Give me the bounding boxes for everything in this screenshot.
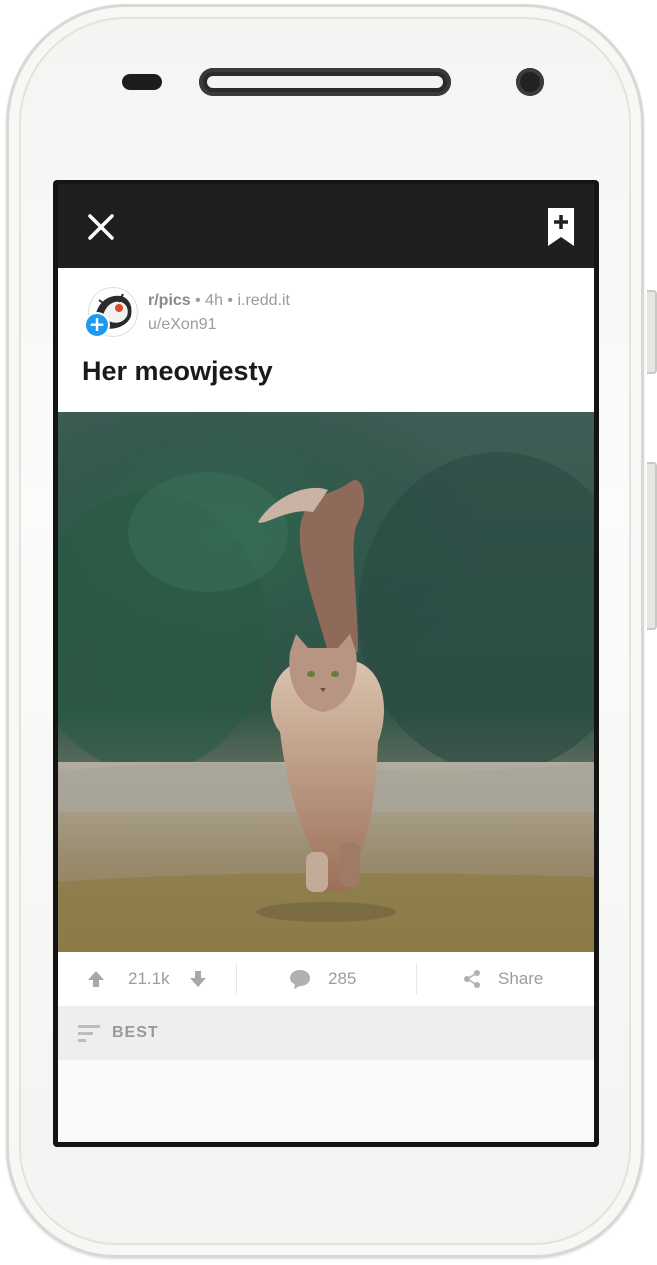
divider (416, 964, 417, 994)
author-link[interactable]: u/eXon91 (148, 316, 217, 334)
share-icon (464, 970, 480, 988)
share-label: Share (498, 969, 544, 988)
join-subreddit-button[interactable]: + (84, 312, 110, 338)
volume-button (647, 462, 657, 630)
post-image[interactable] (58, 412, 594, 952)
post-meta: r/pics • 4h • i.redd.it (148, 292, 290, 310)
downvote-icon[interactable] (188, 969, 208, 989)
phone-screen: + r/pics • 4h • i.redd.it u/eXon91 Her m… (53, 180, 599, 1147)
cat-photo (58, 412, 594, 952)
earpiece-speaker (199, 68, 451, 96)
upvote-icon[interactable] (86, 969, 106, 989)
close-icon[interactable] (86, 212, 116, 242)
bookmark-plus-icon[interactable] (548, 208, 574, 246)
proximity-sensor (122, 74, 162, 90)
comment-count: 285 (328, 969, 357, 988)
post-title: Her meowjesty (82, 356, 273, 386)
front-camera (516, 68, 544, 96)
comments-button[interactable]: 285 (288, 952, 356, 1006)
upvote-count: 21.1k (128, 969, 170, 988)
vote-group: 21.1k (86, 952, 208, 1006)
post-header: + r/pics • 4h • i.redd.it u/eXon91 Her m… (58, 268, 594, 412)
comment-bubble-icon (290, 970, 310, 989)
power-button (647, 290, 657, 374)
sort-label: BEST (112, 1024, 159, 1041)
app-view: + r/pics • 4h • i.redd.it u/eXon91 Her m… (58, 184, 594, 1142)
share-button[interactable]: Share (462, 952, 543, 1006)
post-meta-details: • 4h • i.redd.it (190, 292, 290, 309)
post-actions-bar: 21.1k 285 Share (58, 952, 594, 1006)
divider (236, 964, 237, 994)
comment-sort-bar[interactable]: BEST (58, 1006, 594, 1060)
top-toolbar (58, 184, 594, 268)
subreddit-link[interactable]: r/pics (148, 292, 191, 309)
sort-icon (78, 1025, 100, 1042)
